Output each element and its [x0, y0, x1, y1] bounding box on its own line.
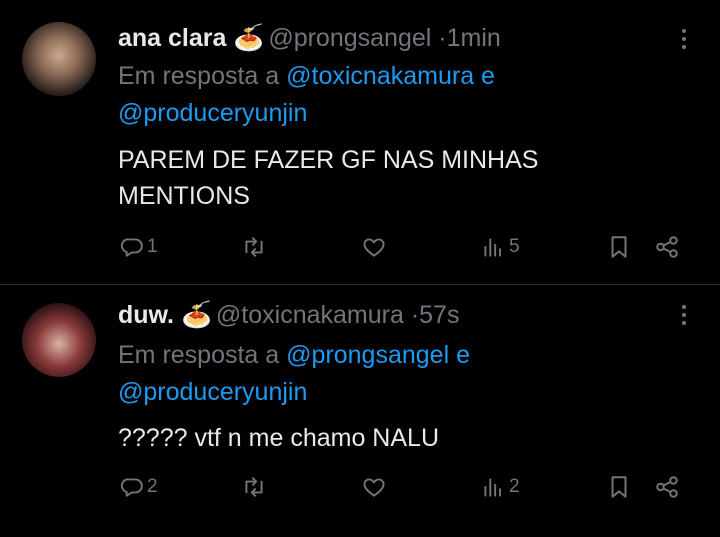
- views-icon: [484, 478, 502, 497]
- share-button[interactable]: [654, 232, 680, 262]
- user-handle[interactable]: @prongsangel: [268, 24, 431, 52]
- avatar[interactable]: [22, 303, 96, 377]
- bookmark-button[interactable]: [606, 472, 632, 502]
- view-count: 5: [509, 236, 520, 257]
- tweet-header: duw. 🍝 @toxicnakamura ·57s: [118, 300, 459, 330]
- reply-conjunction: e: [481, 62, 495, 90]
- mention-link[interactable]: @produceryunjin: [118, 99, 307, 127]
- reply-count: 2: [147, 476, 158, 497]
- like-button[interactable]: [361, 232, 387, 262]
- reply-button[interactable]: 1: [118, 232, 158, 262]
- display-name[interactable]: ana clara: [118, 24, 226, 52]
- reply-icon: [120, 238, 143, 257]
- retweet-icon: [245, 477, 263, 497]
- timestamp[interactable]: 1min: [447, 24, 501, 52]
- tweet-text-line: MENTIONS: [118, 182, 250, 210]
- like-button[interactable]: [361, 472, 387, 502]
- retweet-button[interactable]: [241, 232, 267, 262]
- name-emoji: 🍝: [233, 24, 265, 52]
- mention-link[interactable]: @toxicnakamura: [286, 62, 474, 90]
- bookmark-icon: [611, 236, 627, 258]
- bookmark-icon: [611, 476, 627, 498]
- views-icon: [484, 238, 502, 257]
- share-icon: [656, 236, 678, 258]
- avatar[interactable]: [22, 22, 96, 96]
- user-handle[interactable]: @toxicnakamura: [216, 301, 404, 329]
- like-icon: [363, 238, 385, 257]
- retweet-icon: [245, 237, 263, 257]
- display-name[interactable]: duw.: [118, 301, 174, 329]
- share-button[interactable]: [654, 472, 680, 502]
- reply-prefix: Em resposta a: [118, 341, 280, 369]
- more-icon[interactable]: [674, 24, 694, 54]
- reply-context: Em resposta a @toxicnakamura e @producer…: [118, 58, 678, 132]
- tweet-text: ????? vtf n me chamo NALU: [118, 420, 678, 456]
- views-button[interactable]: 2: [480, 472, 520, 502]
- action-bar: 2 2: [118, 472, 690, 502]
- mention-link[interactable]: @prongsangel: [286, 341, 449, 369]
- separator: ·: [438, 24, 447, 52]
- tweet-text-line: ????? vtf n me chamo NALU: [118, 424, 439, 452]
- reply-count: 1: [147, 236, 158, 257]
- views-button[interactable]: 5: [480, 232, 520, 262]
- reply-conjunction: e: [456, 341, 470, 369]
- view-count: 2: [509, 476, 520, 497]
- mention-link[interactable]: @produceryunjin: [118, 378, 307, 406]
- timestamp[interactable]: 57s: [419, 301, 459, 329]
- retweet-button[interactable]: [241, 472, 267, 502]
- separator: ·: [410, 301, 420, 329]
- tweet-header: ana clara 🍝 @prongsangel ·1min: [118, 23, 501, 53]
- bookmark-button[interactable]: [606, 232, 632, 262]
- reply-button[interactable]: 2: [118, 472, 158, 502]
- tweet[interactable]: ana clara 🍝 @prongsangel ·1min Em respos…: [0, 0, 720, 284]
- like-icon: [363, 478, 385, 497]
- reply-context: Em resposta a @prongsangel e @produceryu…: [118, 337, 678, 411]
- action-bar: 1 5: [118, 232, 690, 262]
- tweet-text: PAREM DE FAZER GF NAS MINHAS MENTIONS: [118, 142, 678, 214]
- share-icon: [656, 476, 678, 498]
- tweet-text-line: PAREM DE FAZER GF NAS MINHAS: [118, 146, 539, 174]
- reply-prefix: Em resposta a: [118, 62, 280, 90]
- more-icon[interactable]: [674, 300, 694, 330]
- name-emoji: 🍝: [180, 301, 213, 329]
- reply-icon: [120, 478, 143, 497]
